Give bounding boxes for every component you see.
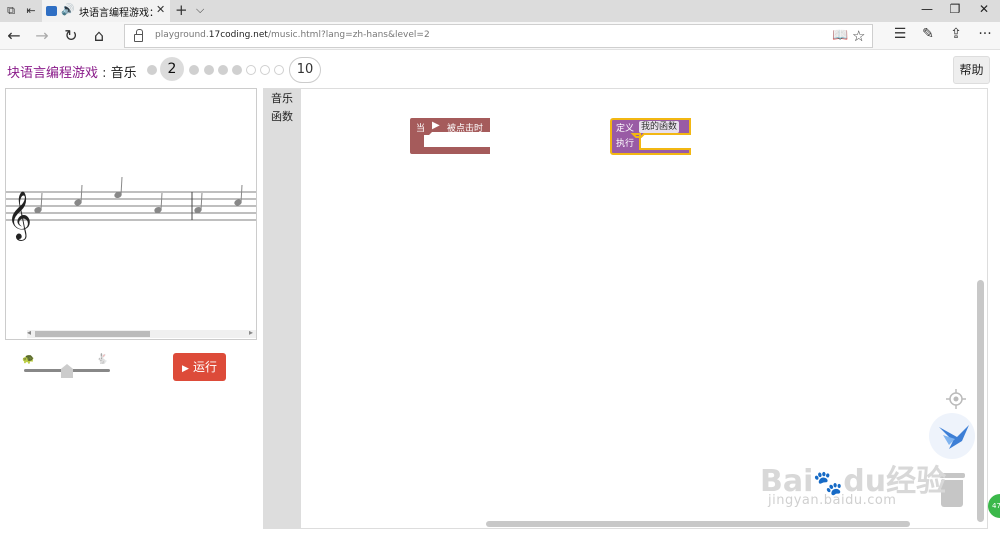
last-level-dot[interactable]: 10: [289, 57, 321, 83]
reading-view-icon[interactable]: 📖: [832, 28, 848, 43]
level-dot[interactable]: [218, 65, 228, 75]
turtle-icon: 🐢: [22, 354, 35, 365]
run-button[interactable]: ▶ 运行: [173, 353, 226, 381]
music-visualization: 𝄞 ◂ ▸: [5, 88, 257, 340]
address-bar[interactable]: playground.17coding.net/music.html?lang=…: [124, 24, 873, 48]
scroll-left-icon[interactable]: ◂: [27, 328, 31, 337]
minimize-icon[interactable]: —: [917, 2, 937, 16]
note: [154, 192, 163, 214]
browser-nav-bar: ← → ↻ ⌂ playground.17coding.net/music.ht…: [0, 22, 1000, 50]
url-text: playground.17coding.net/music.html?lang=…: [155, 30, 430, 40]
music-staff: 𝄞: [6, 176, 256, 241]
restore-icon[interactable]: ❐: [945, 2, 965, 16]
speaker-icon[interactable]: 🔊: [61, 3, 75, 16]
staff-lines: [6, 191, 256, 221]
app-name-link[interactable]: 块语言编程游戏: [7, 66, 98, 81]
refresh-icon[interactable]: ↻: [61, 26, 81, 45]
run-flag-icon: ▶: [432, 120, 440, 131]
execute-label: 执行: [616, 139, 635, 149]
lock-icon: [134, 29, 143, 42]
when-label: 当: [416, 124, 426, 134]
note: [114, 176, 123, 199]
bird-mascot-icon: [929, 413, 975, 459]
share-icon[interactable]: ⇪: [946, 26, 966, 42]
function-name-field[interactable]: 我的函数: [639, 121, 680, 133]
level-dot[interactable]: [204, 65, 214, 75]
scroll-right-icon[interactable]: ▸: [249, 328, 253, 337]
notes: [34, 176, 243, 214]
level-name: 音乐: [110, 66, 137, 81]
visualization-scrollbar[interactable]: ◂ ▸: [27, 328, 256, 338]
tab-title: 块语言编程游戏：音: [79, 8, 153, 19]
when-clicked-label: 被点击时: [447, 124, 484, 134]
new-tab-icon[interactable]: +: [175, 1, 188, 19]
play-icon: ▶: [182, 364, 189, 374]
note: [34, 192, 43, 214]
page-title: 块语言编程游戏 : 音乐: [7, 62, 137, 81]
note: [74, 184, 83, 206]
recenter-target-icon[interactable]: [946, 389, 966, 409]
level-dot[interactable]: [189, 65, 199, 75]
forward-icon[interactable]: →: [32, 26, 52, 45]
workspace-vertical-scrollbar[interactable]: [977, 280, 984, 522]
current-level-dot[interactable]: 2: [160, 57, 184, 81]
rabbit-icon: 🐇: [96, 354, 109, 365]
close-window-icon[interactable]: ✕: [974, 2, 994, 16]
level-dot[interactable]: [246, 65, 256, 75]
slider-handle[interactable]: [61, 364, 73, 378]
note: [234, 184, 243, 206]
note: [194, 192, 203, 214]
browser-tab[interactable]: 🔊 块语言编程游戏：音 ✕: [42, 0, 170, 22]
home-icon[interactable]: ⌂: [89, 26, 109, 45]
back-icon[interactable]: ←: [4, 26, 24, 45]
browser-tab-bar: ⧉ ⇤ 🔊 块语言编程游戏：音 ✕ + ⌵ — ❐ ✕: [0, 0, 1000, 22]
toolbox: 音乐 函数: [263, 88, 301, 529]
favicon-icon: [46, 6, 57, 16]
favorites-hub-icon[interactable]: ☰: [890, 26, 910, 42]
more-menu-icon[interactable]: ···: [975, 26, 995, 42]
level-dot[interactable]: [274, 65, 284, 75]
toolbox-category-functions[interactable]: 函数: [263, 110, 301, 124]
define-label: 定义: [616, 124, 635, 134]
web-note-icon[interactable]: ✎: [918, 26, 938, 42]
close-tab-icon[interactable]: ✕: [156, 3, 165, 16]
level-dot[interactable]: [147, 65, 157, 75]
floating-badge[interactable]: 47: [988, 494, 1000, 518]
help-button[interactable]: 帮助: [953, 56, 990, 84]
set-aside-tabs-icon[interactable]: ⇤: [23, 3, 39, 19]
treble-clef-icon: 𝄞: [7, 190, 32, 241]
scrollbar-thumb[interactable]: [35, 331, 150, 337]
watermark-url: jingyan.baidu.com: [768, 493, 897, 508]
tab-actions-icon[interactable]: ⧉: [3, 3, 19, 19]
workspace-horizontal-scrollbar[interactable]: [486, 521, 910, 527]
title-separator: :: [98, 66, 111, 81]
favorite-star-icon[interactable]: ☆: [852, 27, 865, 45]
level-dot[interactable]: [260, 65, 270, 75]
level-dot[interactable]: [232, 65, 242, 75]
run-label: 运行: [192, 360, 217, 374]
tab-list-chevron-icon[interactable]: ⌵: [196, 3, 204, 17]
speed-slider[interactable]: 🐢 🐇: [22, 354, 112, 378]
toolbox-category-music[interactable]: 音乐: [263, 92, 301, 106]
